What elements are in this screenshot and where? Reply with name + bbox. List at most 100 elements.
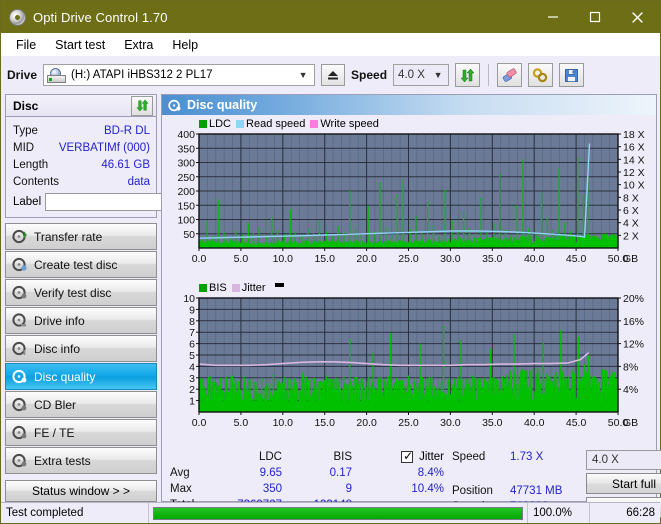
legend-swatch-jitter (231, 283, 240, 292)
svg-text:4%: 4% (623, 384, 638, 396)
legend-bis: BIS (199, 282, 227, 294)
max-bis: 9 (345, 483, 352, 495)
sidebar-nav: Transfer rate Create test disc Verify te… (5, 223, 157, 474)
avg-bis: 0.17 (329, 467, 352, 479)
start-full-button[interactable]: Start full (586, 473, 661, 494)
tools-button[interactable] (528, 63, 554, 87)
svg-text:2 X: 2 X (623, 230, 639, 242)
disc-icon (12, 453, 27, 468)
application-window: Opti Drive Control 1.70 File Start test … (0, 0, 661, 524)
legend-swatch-write-speed (310, 119, 319, 128)
svg-text:16%: 16% (623, 316, 644, 328)
svg-text:20.0: 20.0 (356, 417, 377, 429)
disc-length-value: 46.61 GB (101, 158, 150, 171)
progress-bar (149, 503, 528, 523)
status-bar: Test completed 100.0% 66:28 (1, 502, 660, 523)
save-button[interactable] (559, 63, 585, 87)
svg-text:5: 5 (189, 350, 195, 362)
svg-text:5.0: 5.0 (234, 253, 249, 265)
svg-text:30.0: 30.0 (440, 417, 461, 429)
sidebar-item-disc-quality[interactable]: Disc quality (5, 363, 157, 390)
svg-text:20.0: 20.0 (356, 253, 377, 265)
svg-text:50: 50 (183, 229, 195, 241)
svg-text:18 X: 18 X (623, 130, 645, 141)
avg-ldc: 9.65 (259, 467, 282, 479)
svg-text:10.0: 10.0 (273, 253, 294, 265)
menu-start-test[interactable]: Start test (47, 36, 113, 54)
disc-mid-value: VERBATIMf (000) (58, 141, 150, 154)
disc-icon (12, 397, 27, 412)
svg-text:25.0: 25.0 (398, 253, 419, 265)
sidebar-label: Transfer rate (34, 229, 103, 244)
disc-info-box: Disc Type BD-R DL MID VERBATIMf (000) Le… (5, 94, 246, 218)
svg-text:250: 250 (177, 172, 195, 184)
drive-select-value: (H:) ATAPI iHBS312 2 PL17 (71, 69, 213, 81)
status-window-button[interactable]: Status window > > (5, 480, 157, 502)
sidebar-item-verify-test-disc[interactable]: Verify test disc (5, 279, 157, 306)
bis-chart: 10 9 8 7 6 5 4 3 2 1 20% 16% 12% 8% 4% 0.0 5.0 10.0 15.0 20… (163, 293, 655, 445)
legend-swatch-bis (199, 283, 207, 292)
disc-icon (12, 257, 27, 272)
sidebar-label: Extra tests (34, 453, 91, 468)
sidebar-item-create-test-disc[interactable]: Create test disc (5, 251, 157, 278)
minimize-button[interactable] (532, 2, 574, 32)
svg-text:0.0: 0.0 (192, 253, 207, 265)
disc-icon (12, 313, 26, 327)
refresh-button[interactable] (455, 63, 481, 87)
svg-text:0.0: 0.0 (192, 417, 207, 429)
test-speed-select[interactable]: 4.0 X ▼ (586, 450, 661, 470)
svg-text:6 X: 6 X (623, 205, 639, 217)
sidebar-item-fe-te[interactable]: FE / TE (5, 419, 157, 446)
table-row: Avg 9.65 0.17 8.4% (162, 465, 452, 481)
avg-jitter: 8.4% (417, 467, 444, 479)
drive-select[interactable]: (H:) ATAPI iHBS312 2 PL17 ▼ (43, 64, 316, 86)
svg-text:35.0: 35.0 (482, 253, 503, 265)
svg-text:40.0: 40.0 (524, 417, 545, 429)
marker-icon (274, 283, 284, 287)
sidebar-item-drive-info[interactable]: Drive info (5, 307, 157, 334)
sidebar-label: CD Bler (34, 397, 77, 412)
menu-extra[interactable]: Extra (116, 36, 161, 54)
sidebar-label: Disc quality (34, 369, 96, 384)
svg-text:100: 100 (177, 215, 195, 227)
eject-button[interactable] (321, 64, 346, 86)
svg-text:12 X: 12 X (623, 167, 645, 179)
maximize-button[interactable] (574, 2, 616, 32)
svg-text:5.0: 5.0 (234, 417, 249, 429)
max-ldc: 350 (262, 483, 282, 495)
drive-icon (47, 67, 67, 83)
menu-file[interactable]: File (8, 36, 44, 54)
sidebar-item-transfer-rate[interactable]: Transfer rate (5, 223, 157, 250)
svg-text:45.0: 45.0 (566, 417, 587, 429)
disc-icon (168, 99, 181, 111)
disc-refresh-button[interactable] (131, 95, 153, 116)
svg-text:4 X: 4 X (623, 218, 639, 230)
erase-button[interactable] (497, 63, 523, 87)
window-title: Opti Drive Control 1.70 (33, 9, 168, 25)
chevron-down-icon: ▼ (433, 70, 443, 80)
sidebar-item-disc-info[interactable]: Disc info (5, 335, 157, 362)
disc-contents-value: data (127, 175, 150, 188)
sidebar-label: Verify test disc (34, 285, 112, 300)
speed-select[interactable]: 4.0 X ▼ (393, 64, 450, 86)
sidebar-item-cd-bler[interactable]: CD Bler (5, 391, 157, 418)
menu-help[interactable]: Help (164, 36, 206, 54)
speed-select-value: 4.0 X (398, 69, 425, 81)
jitter-checkbox[interactable] (401, 449, 413, 463)
speed-readout-label: Speed (452, 451, 486, 463)
table-header-row: LDC BIS Jitter (162, 449, 452, 465)
disc-icon (12, 285, 27, 300)
sidebar-item-extra-tests[interactable]: Extra tests (5, 447, 157, 474)
disc-row-mid: MID VERBATIMf (000) (13, 139, 150, 156)
svg-text:14 X: 14 X (623, 154, 645, 166)
svg-text:400: 400 (177, 130, 195, 141)
progress-percent: 100.0% (528, 503, 590, 523)
panel-title: Disc quality (187, 98, 258, 112)
svg-text:15.0: 15.0 (314, 417, 335, 429)
disc-row-type: Type BD-R DL (13, 122, 150, 139)
svg-text:40.0: 40.0 (524, 253, 545, 265)
sidebar-label: Disc info (34, 341, 81, 356)
sidebar-label: Drive info (34, 313, 85, 328)
max-jitter: 10.4% (411, 483, 444, 495)
close-button[interactable] (616, 2, 658, 32)
